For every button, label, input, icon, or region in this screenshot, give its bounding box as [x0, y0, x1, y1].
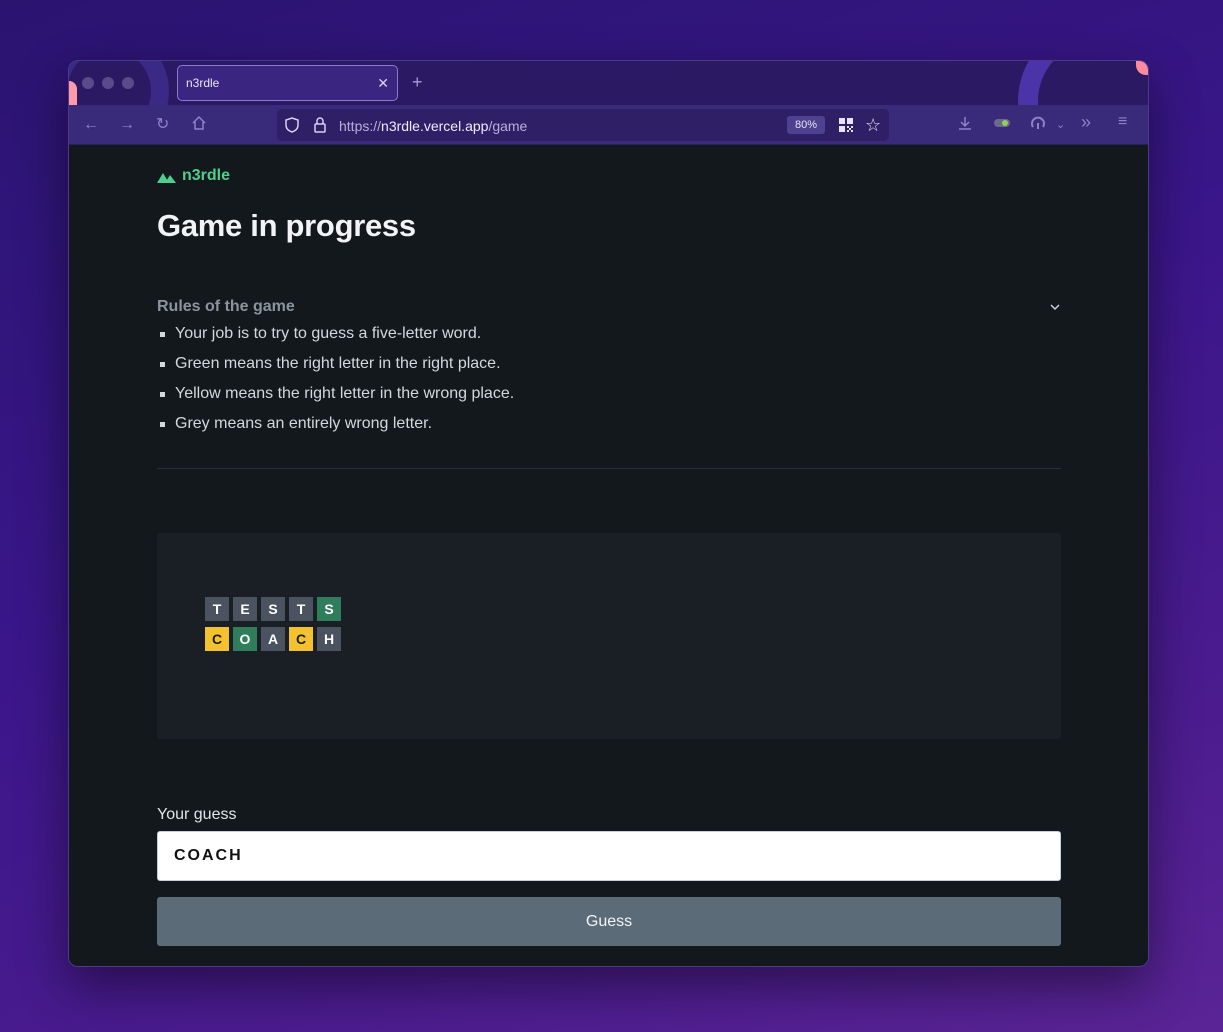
letter-tile-grey: S — [261, 597, 285, 621]
bullet-icon — [160, 422, 165, 427]
guess-button[interactable]: Guess — [157, 897, 1061, 946]
mountain-logo-icon — [157, 172, 176, 183]
letter-tile-green: O — [233, 627, 257, 651]
maximize-window-button[interactable] — [122, 77, 134, 89]
bullet-icon — [160, 362, 165, 367]
close-icon[interactable]: ✕ — [377, 75, 389, 92]
reload-icon[interactable]: ↻ — [156, 115, 169, 135]
guess-grid: TESTSCOACH — [205, 597, 341, 657]
letter-tile-yellow: C — [205, 627, 229, 651]
guess-input[interactable] — [157, 831, 1061, 881]
window-controls — [82, 77, 134, 89]
qr-code-icon[interactable] — [839, 118, 853, 132]
rule-item: Green means the right letter in the righ… — [157, 354, 514, 384]
app-logo[interactable]: n3rdle — [157, 167, 230, 185]
letter-tile-grey: H — [317, 627, 341, 651]
shield-icon[interactable] — [285, 117, 299, 133]
plus-icon[interactable]: + — [412, 72, 423, 93]
rule-item: Grey means an entirely wrong letter. — [157, 414, 514, 444]
close-window-button[interactable] — [82, 77, 94, 89]
zoom-indicator[interactable]: 80% — [787, 116, 825, 134]
rules-title: Rules of the game — [157, 298, 295, 315]
address-bar[interactable]: https://n3rdle.vercel.app/game 80% ☆ — [277, 109, 889, 141]
extension-toggle-icon[interactable] — [993, 115, 1011, 135]
extension-icon[interactable] — [1030, 115, 1046, 135]
page-title: Game in progress — [157, 208, 416, 243]
letter-tile-yellow: C — [289, 627, 313, 651]
forward-arrow-icon[interactable]: → — [119, 115, 135, 135]
guess-row: COACH — [205, 627, 341, 651]
overflow-chevrons-icon[interactable]: » — [1081, 112, 1091, 133]
letter-tile-grey: T — [205, 597, 229, 621]
url-text: https://n3rdle.vercel.app/game — [339, 118, 528, 134]
title-bar: n3rdle ✕ + — [69, 61, 1148, 105]
game-board: TESTSCOACH — [157, 533, 1061, 739]
minimize-window-button[interactable] — [102, 77, 114, 89]
guess-row: TESTS — [205, 597, 341, 621]
rule-item: Yellow means the right letter in the wro… — [157, 384, 514, 414]
browser-tab[interactable]: n3rdle ✕ — [177, 65, 398, 101]
bullet-icon — [160, 332, 165, 337]
rules-accordion-toggle[interactable]: Rules of the game — [157, 297, 1061, 317]
divider — [157, 468, 1061, 469]
letter-tile-green: S — [317, 597, 341, 621]
guess-label: Your guess — [157, 806, 237, 823]
download-icon[interactable] — [957, 115, 973, 135]
browser-toolbar: ← → ↻ https://n3rdle.vercel.app/game 80%… — [69, 105, 1148, 145]
letter-tile-grey: E — [233, 597, 257, 621]
letter-tile-grey: A — [261, 627, 285, 651]
browser-window: n3rdle ✕ + ← → ↻ https://n3rdle.vercel.a… — [68, 60, 1149, 967]
lock-icon[interactable] — [314, 117, 326, 133]
chevron-down-icon[interactable]: ⌄ — [1056, 118, 1065, 131]
logo-text: n3rdle — [182, 167, 231, 184]
bookmark-star-icon[interactable]: ☆ — [865, 115, 881, 136]
rule-item: Your job is to try to guess a five-lette… — [157, 324, 514, 354]
back-arrow-icon[interactable]: ← — [83, 115, 99, 135]
tab-title: n3rdle — [186, 76, 220, 90]
bullet-icon — [160, 392, 165, 397]
menu-icon[interactable]: ≡ — [1118, 113, 1127, 131]
rules-list: Your job is to try to guess a five-lette… — [157, 324, 514, 444]
page-content: n3rdle Game in progress Rules of the gam… — [69, 146, 1148, 966]
home-icon[interactable] — [191, 115, 207, 137]
chevron-down-icon — [1050, 304, 1060, 311]
letter-tile-grey: T — [289, 597, 313, 621]
